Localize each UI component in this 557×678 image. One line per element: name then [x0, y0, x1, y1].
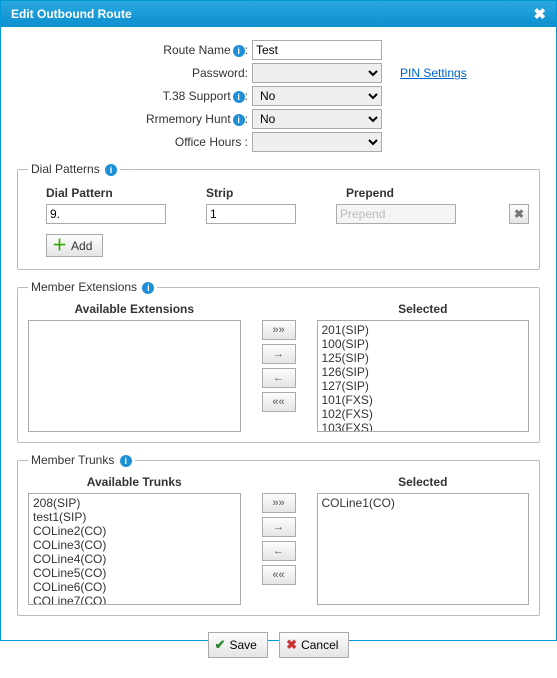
info-icon[interactable]: i — [120, 455, 132, 467]
footer: ✔Save ✖ Cancel — [17, 626, 540, 668]
selected-extensions-list[interactable]: 201(SIP)100(SIP)125(SIP)126(SIP)127(SIP)… — [317, 320, 530, 432]
t38-select[interactable]: No — [252, 86, 382, 106]
list-item[interactable]: 125(SIP) — [322, 351, 525, 365]
pattern-row: ✖ — [28, 204, 529, 224]
move-right-button[interactable]: → — [262, 344, 296, 364]
list-item[interactable]: 102(FXS) — [322, 407, 525, 421]
check-icon: ✔ — [215, 637, 226, 653]
cancel-icon: ✖ — [286, 637, 297, 653]
info-icon[interactable]: i — [233, 114, 245, 126]
list-item[interactable]: COLine5(CO) — [33, 566, 236, 580]
add-button-label: Add — [71, 239, 92, 253]
available-trunks-list[interactable]: 208(SIP)test1(SIP)COLine2(CO)COLine3(CO)… — [28, 493, 241, 605]
available-trunks-title: Available Trunks — [28, 475, 241, 489]
password-label: Password: — [17, 66, 252, 80]
route-name-input[interactable] — [252, 40, 382, 60]
available-extensions-list[interactable] — [28, 320, 241, 432]
route-name-label: Route Namei: — [17, 43, 252, 57]
list-item[interactable]: COLine1(CO) — [322, 496, 525, 510]
move-all-left-button[interactable]: «« — [262, 565, 296, 585]
list-item[interactable]: 201(SIP) — [322, 323, 525, 337]
save-button[interactable]: ✔Save — [208, 632, 268, 658]
dialog-edit-outbound-route: Edit Outbound Route ✖ Route Namei: Passw… — [0, 0, 557, 641]
list-item[interactable]: 100(SIP) — [322, 337, 525, 351]
list-item[interactable]: 101(FXS) — [322, 393, 525, 407]
dial-pattern-input[interactable] — [46, 204, 166, 224]
pin-settings-link[interactable]: PIN Settings — [400, 66, 467, 80]
t38-label: T.38 Supporti: — [17, 89, 252, 103]
password-select[interactable] — [252, 63, 382, 83]
selected-extensions-title: Selected — [317, 302, 530, 316]
list-item[interactable]: COLine6(CO) — [33, 580, 236, 594]
cancel-button-label: Cancel — [301, 638, 338, 652]
prepend-input[interactable] — [336, 204, 456, 224]
cancel-button[interactable]: ✖ Cancel — [279, 632, 349, 658]
rrmemory-label: Rrmemory Hunti: — [17, 112, 252, 126]
titlebar: Edit Outbound Route ✖ — [1, 1, 556, 27]
list-item[interactable]: 127(SIP) — [322, 379, 525, 393]
member-extensions-legend: Member Extensions i — [28, 280, 157, 294]
info-icon[interactable]: i — [233, 45, 245, 57]
selected-trunks-list[interactable]: COLine1(CO) — [317, 493, 530, 605]
dial-patterns-legend: Dial Patterns i — [28, 162, 120, 176]
save-button-label: Save — [229, 638, 256, 652]
plus-icon: ＋ — [52, 238, 67, 253]
col-strip: Strip — [206, 186, 346, 200]
list-item[interactable]: 126(SIP) — [322, 365, 525, 379]
close-icon[interactable]: ✖ — [533, 5, 546, 23]
move-right-button[interactable]: → — [262, 517, 296, 537]
move-all-left-button[interactable]: «« — [262, 392, 296, 412]
move-left-button[interactable]: ← — [262, 541, 296, 561]
rrmemory-select[interactable]: No — [252, 109, 382, 129]
col-prepend: Prepend — [346, 186, 486, 200]
member-trunks-legend: Member Trunks i — [28, 453, 135, 467]
list-item[interactable]: COLine7(CO) — [33, 594, 236, 605]
info-icon[interactable]: i — [233, 91, 245, 103]
delete-row-button[interactable]: ✖ — [509, 204, 529, 224]
member-extensions-fieldset: Member Extensions i Available Extensions… — [17, 280, 540, 443]
move-all-right-button[interactable]: »» — [262, 320, 296, 340]
selected-trunks-title: Selected — [317, 475, 530, 489]
list-item[interactable]: COLine3(CO) — [33, 538, 236, 552]
add-button[interactable]: ＋ Add — [46, 234, 103, 257]
list-item[interactable]: COLine2(CO) — [33, 524, 236, 538]
dialog-title: Edit Outbound Route — [11, 7, 132, 21]
strip-input[interactable] — [206, 204, 296, 224]
move-left-button[interactable]: ← — [262, 368, 296, 388]
list-item[interactable]: COLine4(CO) — [33, 552, 236, 566]
list-item[interactable]: 103(FXS) — [322, 421, 525, 432]
info-icon[interactable]: i — [105, 164, 117, 176]
office-hours-label: Office Hours : — [17, 135, 252, 149]
close-icon: ✖ — [514, 207, 524, 221]
info-icon[interactable]: i — [142, 282, 154, 294]
list-item[interactable]: test1(SIP) — [33, 510, 236, 524]
member-trunks-fieldset: Member Trunks i Available Trunks 208(SIP… — [17, 453, 540, 616]
col-dial-pattern: Dial Pattern — [46, 186, 206, 200]
move-all-right-button[interactable]: »» — [262, 493, 296, 513]
available-extensions-title: Available Extensions — [28, 302, 241, 316]
dial-patterns-fieldset: Dial Patterns i Dial Pattern Strip Prepe… — [17, 162, 540, 270]
office-hours-select[interactable] — [252, 132, 382, 152]
list-item[interactable]: 208(SIP) — [33, 496, 236, 510]
